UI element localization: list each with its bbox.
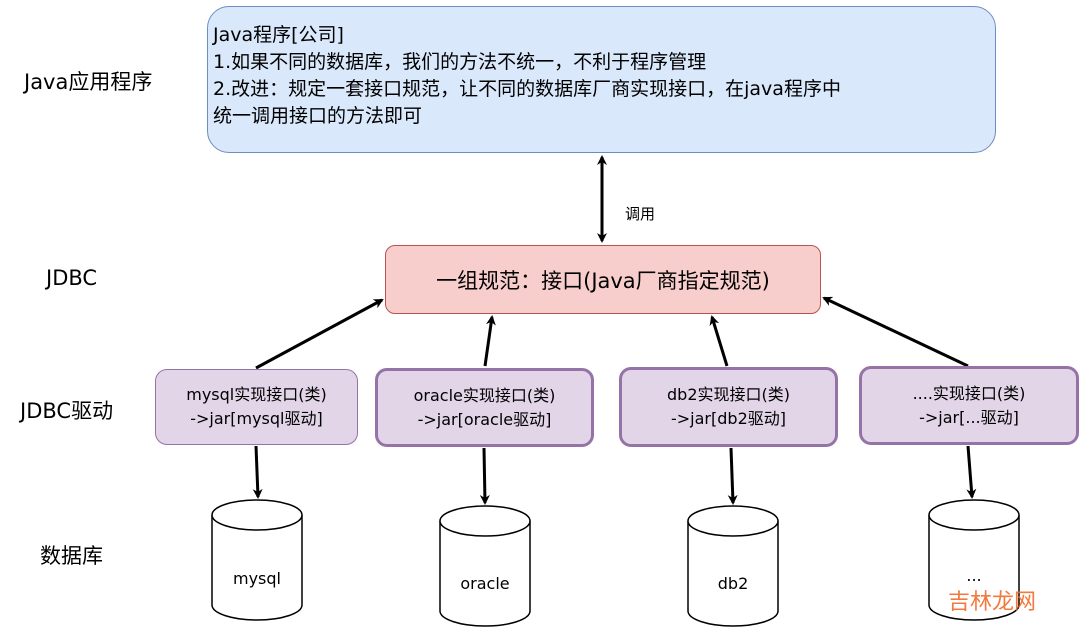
- db-label-other: ...: [966, 566, 982, 585]
- cylinder-oracle: [439, 505, 531, 627]
- app-line: 统一调用接口的方法即可: [213, 105, 423, 127]
- db-label-db2: db2: [717, 574, 749, 593]
- app-line: Java程序[公司]: [213, 24, 344, 46]
- driver-box-other: ....实现接口(类) ->jar[...驱动]: [859, 366, 1079, 445]
- driver-line1: oracle实现接口(类): [413, 385, 556, 405]
- db-label-oracle: oracle: [460, 574, 510, 593]
- arrow-db2-to-db: [727, 447, 738, 505]
- driver-box-db2: db2实现接口(类) ->jar[db2驱动]: [619, 367, 838, 447]
- driver-box-oracle: oracle实现接口(类) ->jar[oracle驱动]: [375, 368, 594, 447]
- cylinder-db2: [687, 505, 779, 627]
- arrow-oracle-to-db: [479, 447, 490, 505]
- driver-line2: ->jar[mysql驱动]: [190, 409, 323, 428]
- label-jdbc-driver: JDBC驱动: [20, 399, 114, 423]
- driver-line1: db2实现接口(类): [667, 385, 790, 404]
- driver-line1: ....实现接口(类): [912, 383, 1026, 403]
- app-line: 2.改进：规定一套接口规范，让不同的数据库厂商实现接口，在java程序中: [213, 78, 841, 100]
- app-line: 1.如果不同的数据库，我们的方法不统一，不利于程序管理: [213, 51, 707, 73]
- jdbc-diagram: Java应用程序 JDBC JDBC驱动 数据库 Java程序[公司] 1.如果…: [0, 0, 1087, 633]
- label-jdbc: JDBC: [46, 266, 98, 290]
- arrow-oracle-to-jdbc: [483, 315, 496, 367]
- driver-line2: ->jar[oracle驱动]: [417, 409, 552, 429]
- label-java-app: Java应用程序: [24, 70, 153, 94]
- driver-line1: mysql实现接口(类): [186, 385, 327, 404]
- jdbc-box-text: 一组规范：接口(Java厂商指定规范): [436, 268, 770, 293]
- driver-line2: ->jar[db2驱动]: [671, 409, 786, 428]
- arrow-other-to-db: [966, 445, 977, 499]
- cylinder-mysql: [211, 499, 303, 621]
- arrow-mysql-to-db: [252, 445, 263, 499]
- java-app-box: Java程序[公司] 1.如果不同的数据库，我们的方法不统一，不利于程序管理 2…: [207, 6, 996, 153]
- arrow-other-to-jdbc: [822, 296, 969, 368]
- watermark: 吉林龙网: [948, 590, 1037, 615]
- label-database: 数据库: [40, 544, 103, 568]
- driver-box-mysql: mysql实现接口(类) ->jar[mysql驱动]: [155, 369, 358, 445]
- arrow-db2-to-jdbc: [709, 315, 729, 367]
- jdbc-interface-box: 一组规范：接口(Java厂商指定规范): [385, 245, 821, 314]
- call-label: 调用: [625, 205, 656, 223]
- arrow-mysql-to-jdbc: [255, 298, 384, 370]
- driver-line2: ->jar[...驱动]: [919, 407, 1019, 427]
- db-label-mysql: mysql: [233, 569, 281, 588]
